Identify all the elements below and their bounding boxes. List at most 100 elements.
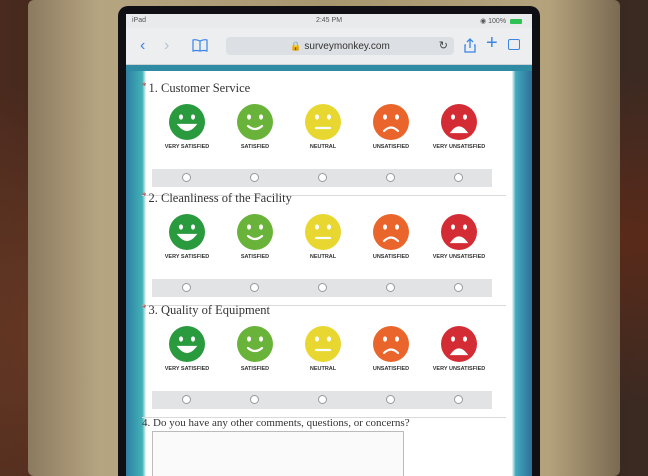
rating-radio[interactable]	[386, 395, 395, 404]
bookmarks-icon[interactable]	[192, 38, 208, 56]
rating-radio[interactable]	[250, 283, 259, 292]
question-title: 4. Do you have any other comments, quest…	[142, 417, 506, 429]
battery-percent: 100%	[488, 18, 507, 25]
question-4: 4. Do you have any other comments, quest…	[142, 417, 506, 429]
tablet-screen: iPad 2:45 PM ◉ 100% ‹ › 🔒 surveymonkey.co…	[126, 14, 532, 476]
survey-page: * 1. Customer Service VERY SATISFIED SATIS…	[126, 65, 532, 476]
rating-option[interactable]: UNSATISFIED	[356, 325, 426, 372]
wifi-icon: ◉	[480, 18, 487, 25]
rating-radio[interactable]	[182, 395, 191, 404]
rating-option[interactable]: UNSATISFIED	[356, 213, 426, 260]
question-text: 1. Customer Service	[148, 81, 251, 95]
smiley-face-icon[interactable]	[372, 103, 410, 141]
rating-radio-row	[152, 391, 492, 409]
smiley-face-icon[interactable]	[168, 325, 206, 363]
smiley-face-icon[interactable]	[304, 213, 342, 251]
question-3: * 3. Quality of Equipment VERY SATISFIED S…	[142, 303, 506, 409]
smiley-face-icon[interactable]	[440, 325, 478, 363]
rating-label: VERY UNSATISFIED	[432, 254, 486, 260]
rating-radio[interactable]	[386, 173, 395, 182]
share-icon[interactable]	[464, 38, 476, 57]
required-marker: *	[142, 81, 147, 91]
smiley-face-icon[interactable]	[440, 103, 478, 141]
smiley-face-icon[interactable]	[440, 213, 478, 251]
rating-option[interactable]: SATISFIED	[220, 103, 290, 150]
rating-radio[interactable]	[250, 173, 259, 182]
smiley-face-icon[interactable]	[372, 325, 410, 363]
rating-label: UNSATISFIED	[372, 366, 410, 372]
rating-option[interactable]: VERY UNSATISFIED	[424, 213, 494, 260]
rating-label: VERY UNSATISFIED	[432, 144, 486, 150]
smiley-face-icon[interactable]	[236, 103, 274, 141]
back-icon[interactable]: ‹	[140, 38, 145, 54]
smiley-face-icon[interactable]	[168, 103, 206, 141]
rating-label: VERY UNSATISFIED	[432, 366, 486, 372]
rating-option[interactable]: VERY SATISFIED	[152, 213, 222, 260]
rating-option[interactable]: NEUTRAL	[288, 325, 358, 372]
rating-label: NEUTRAL	[309, 366, 337, 372]
smiley-face-icon[interactable]	[168, 213, 206, 251]
rating-label: UNSATISFIED	[372, 144, 410, 150]
rating-faces: VERY SATISFIED SATISFIED NEUTRAL UNSATISFIE…	[152, 103, 492, 163]
smiley-face-icon[interactable]	[304, 103, 342, 141]
rating-label: VERY SATISFIED	[164, 366, 210, 372]
rating-option[interactable]: VERY UNSATISFIED	[424, 325, 494, 372]
rating-radio[interactable]	[454, 173, 463, 182]
rating-option[interactable]: SATISFIED	[220, 325, 290, 372]
rating-radio[interactable]	[182, 283, 191, 292]
url-text: surveymonkey.com	[304, 41, 390, 52]
rating-radio[interactable]	[318, 395, 327, 404]
rating-label: VERY SATISFIED	[164, 144, 210, 150]
rating-radio[interactable]	[318, 283, 327, 292]
question-title: * 3. Quality of Equipment	[142, 303, 506, 318]
rating-label: SATISFIED	[240, 366, 270, 372]
rating-option[interactable]: VERY SATISFIED	[152, 103, 222, 150]
battery-indicator: ◉ 100%	[480, 17, 522, 25]
rating-radio-row	[152, 279, 492, 297]
question-title: * 1. Customer Service	[142, 81, 506, 96]
page-header-bar	[126, 65, 532, 71]
browser-toolbar: ‹ › 🔒 surveymonkey.com ↻ +	[126, 28, 532, 65]
rating-option[interactable]: NEUTRAL	[288, 213, 358, 260]
rating-radio[interactable]	[454, 395, 463, 404]
rating-option[interactable]: VERY UNSATISFIED	[424, 103, 494, 150]
clock: 2:45 PM	[315, 17, 343, 24]
question-text: 2. Cleanliness of the Facility	[148, 191, 292, 205]
address-bar[interactable]: 🔒 surveymonkey.com ↻	[226, 37, 454, 55]
rating-label: NEUTRAL	[309, 144, 337, 150]
rating-radio[interactable]	[250, 395, 259, 404]
smiley-face-icon[interactable]	[236, 213, 274, 251]
rating-option[interactable]: NEUTRAL	[288, 103, 358, 150]
required-marker: *	[142, 303, 147, 313]
tabs-icon[interactable]	[508, 38, 520, 54]
smiley-face-icon[interactable]	[372, 213, 410, 251]
rating-radio[interactable]	[386, 283, 395, 292]
required-marker: *	[142, 191, 147, 201]
rating-radio-row	[152, 169, 492, 187]
rating-label: UNSATISFIED	[372, 254, 410, 260]
rating-option[interactable]: VERY SATISFIED	[152, 325, 222, 372]
rating-faces: VERY SATISFIED SATISFIED NEUTRAL UNSATISFIE…	[152, 325, 492, 385]
new-tab-icon[interactable]: +	[486, 33, 498, 53]
battery-icon	[510, 18, 522, 24]
rating-label: SATISFIED	[240, 144, 270, 150]
rating-radio[interactable]	[454, 283, 463, 292]
rating-label: NEUTRAL	[309, 254, 337, 260]
status-bar: iPad 2:45 PM ◉ 100%	[126, 14, 532, 28]
question-1: * 1. Customer Service VERY SATISFIED SATIS…	[142, 81, 506, 187]
forward-icon[interactable]: ›	[164, 38, 169, 54]
comments-textarea[interactable]	[152, 431, 404, 476]
rating-radio[interactable]	[318, 173, 327, 182]
lock-icon: 🔒	[290, 41, 302, 51]
rating-label: VERY SATISFIED	[164, 254, 210, 260]
rating-option[interactable]: UNSATISFIED	[356, 103, 426, 150]
smiley-face-icon[interactable]	[304, 325, 342, 363]
rating-label: SATISFIED	[240, 254, 270, 260]
rating-radio[interactable]	[182, 173, 191, 182]
reload-icon[interactable]: ↻	[439, 37, 448, 55]
question-text: 4. Do you have any other comments, quest…	[142, 417, 410, 429]
rating-option[interactable]: SATISFIED	[220, 213, 290, 260]
smiley-face-icon[interactable]	[236, 325, 274, 363]
question-2: * 2. Cleanliness of the Facility VERY SAT…	[142, 191, 506, 297]
question-text: 3. Quality of Equipment	[148, 303, 271, 317]
